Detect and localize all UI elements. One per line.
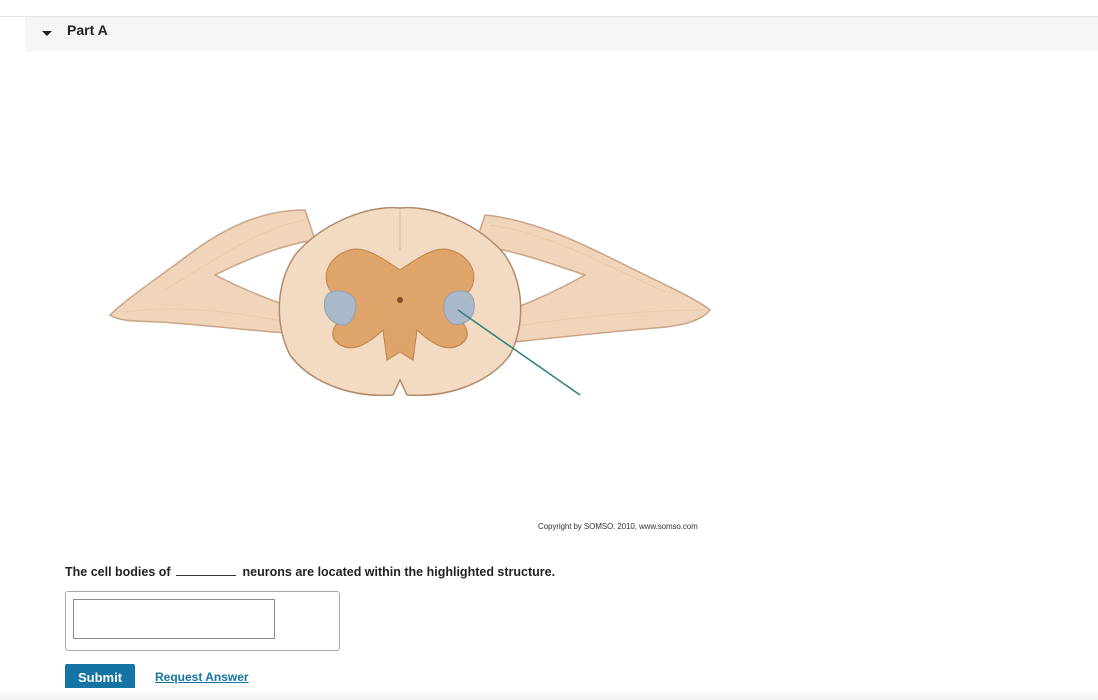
answer-container xyxy=(65,591,340,651)
highlighted-right-horn xyxy=(443,290,475,325)
part-header[interactable]: Part A xyxy=(25,17,1098,51)
answer-input[interactable] xyxy=(73,599,275,639)
question-suffix: neurons are located within the highlight… xyxy=(242,565,556,579)
spinal-cord-figure: Copyright by SOMSO. 2010, www.somso.com xyxy=(65,60,746,550)
spinal-cord-illustration xyxy=(108,206,712,397)
part-title: Part A xyxy=(67,22,108,38)
question-prefix: The cell bodies of xyxy=(65,565,171,579)
copyright-text: Copyright by SOMSO. 2010, www.somso.com xyxy=(538,522,698,531)
caret-down-icon[interactable] xyxy=(39,26,55,42)
request-answer-link[interactable]: Request Answer xyxy=(155,670,249,684)
question-text: The cell bodies of neurons are located w… xyxy=(65,565,555,579)
bottom-shade xyxy=(0,688,1098,700)
fill-blank xyxy=(176,565,237,576)
